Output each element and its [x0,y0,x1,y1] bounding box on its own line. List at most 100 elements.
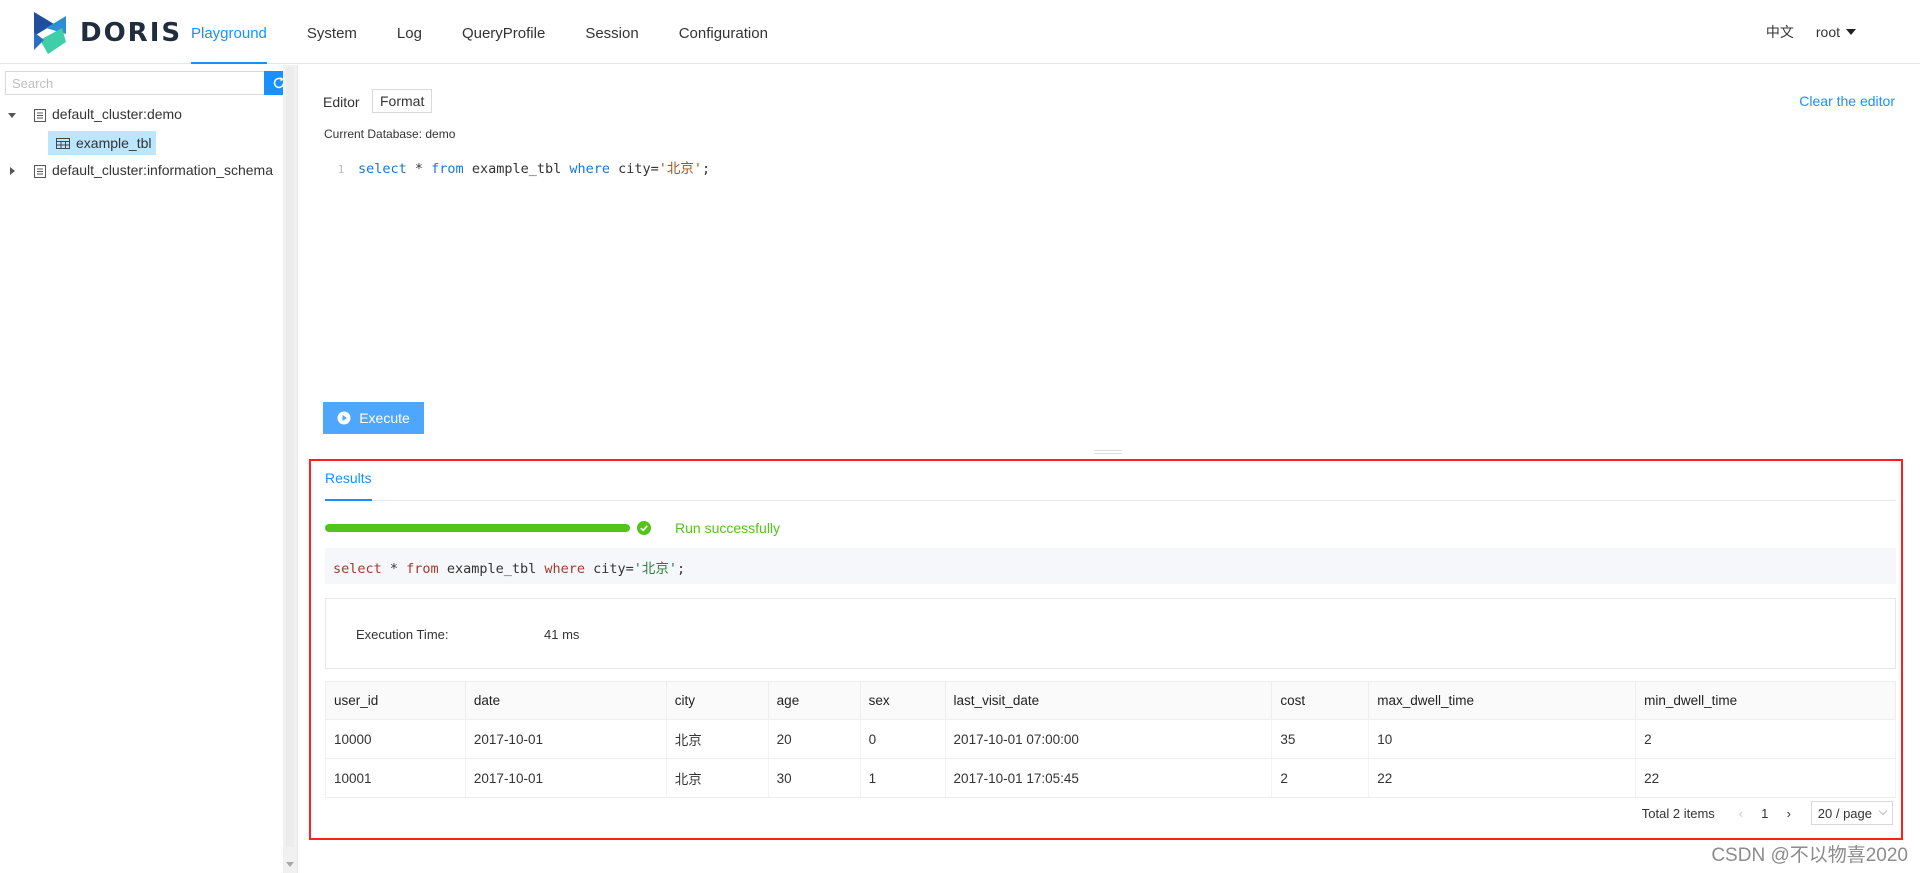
table-cell: 2017-10-01 [464,719,667,759]
code-string: '北京' [658,161,703,177]
language-switch[interactable]: 中文 [1766,22,1794,42]
sql-editor[interactable]: 1 select * from example_tbl where city='北… [324,157,711,177]
column-header[interactable]: age [767,681,861,720]
table-row: 10000 2017-10-01 北京 20 0 2017-10-01 07:0… [325,719,1896,759]
check-circle-icon [637,521,651,535]
code-text: * [406,161,432,177]
column-header[interactable]: sex [859,681,946,720]
user-name: root [1815,24,1840,40]
expand-arrow-icon[interactable] [8,113,16,118]
prev-page-icon[interactable]: ‹ [1731,806,1751,821]
main-nav: Playground System Log QueryProfile Sessi… [191,0,808,64]
page-size-value: 20 / page [1817,805,1872,821]
database-tree: default_cluster:demo example_tbl default… [0,101,282,185]
database-icon [34,165,46,178]
code-keyword: select [358,161,407,177]
table-cell: 2017-10-01 17:05:45 [944,758,1273,798]
total-items: Total 2 items [1641,805,1715,821]
table-cell: 2 [1271,758,1370,798]
sidebar-scrollbar[interactable] [283,65,297,873]
table-cell: 10 [1368,719,1637,759]
tree-node-example-tbl[interactable]: example_tbl [48,131,156,155]
nav-item-log[interactable]: Log [397,0,422,64]
run-status: Run successfully [675,520,781,536]
column-header[interactable]: last_visit_date [944,681,1273,720]
nav-item-system[interactable]: System [307,0,357,64]
code-keyword: from [431,161,464,177]
results-tabs: Results [325,461,1896,501]
table-cell: 35 [1271,719,1370,759]
nav-item-configuration[interactable]: Configuration [679,0,768,64]
doris-logo-icon [34,12,66,54]
top-header: DORIS Playground System Log QueryProfile… [0,0,1920,64]
page-size-select[interactable]: 20 / page [1810,801,1893,825]
column-header[interactable]: user_id [325,681,466,720]
table-cell: 北京 [665,719,769,759]
executed-sql: select * from example_tbl where city='北京… [325,548,1896,584]
current-database: Current Database: demo [324,127,456,141]
table-cell: 20 [767,719,861,759]
table-cell: 22 [1368,758,1637,798]
tree-node-label: example_tbl [76,135,152,151]
nav-item-queryprofile[interactable]: QueryProfile [462,0,545,64]
table-row: 10001 2017-10-01 北京 30 1 2017-10-01 17:0… [325,758,1896,798]
tree-node-demo[interactable]: default_cluster:demo [0,101,282,129]
sql-text: ; [677,561,686,577]
pagination: Total 2 items ‹ 1 › 20 / page [1642,801,1893,825]
results-panel: Results Run successfully select * from e… [309,459,1903,840]
execute-button[interactable]: Execute [323,402,424,434]
scrollbar-thumb[interactable] [286,67,294,847]
execution-time-value: 41 ms [544,627,580,642]
table-icon [56,137,70,149]
tree-node-label: default_cluster:demo [52,106,182,122]
line-number: 1 [337,163,345,176]
search-input[interactable] [5,71,264,95]
column-header[interactable]: cost [1271,681,1370,720]
column-header[interactable]: max_dwell_time [1368,681,1637,720]
progress-bar [325,524,630,532]
execute-label: Execute [359,410,410,426]
next-page-icon[interactable]: › [1779,806,1799,821]
sql-text: * [381,561,407,577]
sql-keyword: where [544,561,585,577]
sql-text: example_tbl [438,561,545,577]
page-number[interactable]: 1 [1751,806,1779,821]
resize-handle[interactable] [1094,450,1122,454]
sidebar: default_cluster:demo example_tbl [0,65,298,873]
column-header[interactable]: date [464,681,667,720]
clear-editor-link[interactable]: Clear the editor [1799,93,1895,109]
search-bar [5,71,294,95]
doris-logo[interactable]: DORIS [32,10,182,56]
header-right: 中文 root [1766,0,1856,64]
sql-keyword: from [406,561,439,577]
tab-results[interactable]: Results [325,470,372,501]
execution-info-card: Execution Time: 41 ms [325,598,1896,669]
scroll-down-icon[interactable] [286,862,294,867]
table-cell: 北京 [665,758,769,798]
sql-string: '北京' [633,561,678,577]
execution-time-label: Execution Time: [356,627,449,642]
caret-down-icon [1846,29,1856,35]
tree-node-example-tbl-row: example_tbl [0,129,282,157]
result-table: user_id date city age sex last_visit_dat… [325,681,1896,798]
user-menu[interactable]: root [1816,24,1856,40]
collapse-arrow-icon[interactable] [10,167,15,175]
table-cell: 2017-10-01 07:00:00 [944,719,1273,759]
chevron-down-icon [1878,806,1888,816]
nav-item-session[interactable]: Session [585,0,638,64]
format-button[interactable]: Format [372,89,433,113]
sql-text: city= [585,561,634,577]
column-header[interactable]: city [665,681,769,720]
table-header-row: user_id date city age sex last_visit_dat… [325,681,1896,720]
watermark: CSDN @不以物喜2020 [1711,845,1908,866]
table-cell: 0 [859,719,946,759]
table-cell: 30 [767,758,861,798]
brand-name: DORIS [80,18,183,48]
code-text: ; [702,161,711,177]
sql-keyword: select [333,561,382,577]
table-cell: 22 [1635,758,1896,798]
nav-item-playground[interactable]: Playground [191,0,267,64]
column-header[interactable]: min_dwell_time [1635,681,1896,720]
code-text: city= [610,161,659,177]
tree-node-information-schema[interactable]: default_cluster:information_schema [0,157,282,185]
